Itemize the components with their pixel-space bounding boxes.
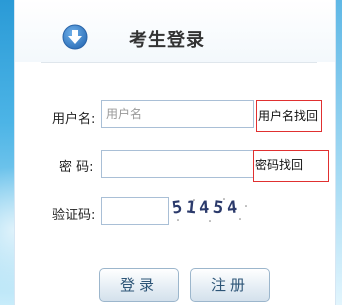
captcha-input[interactable]	[101, 197, 169, 225]
username-recover-link[interactable]: 用户名找回	[256, 100, 322, 132]
download-arrow-icon	[62, 24, 88, 50]
captcha-image[interactable]: 5 1 4 5 4	[171, 196, 252, 224]
header-divider	[41, 62, 317, 63]
panel-header: 考生登录	[15, 0, 335, 62]
password-label: 密 码:	[59, 160, 94, 175]
password-recover-link[interactable]: 密码找回	[253, 150, 329, 182]
register-button[interactable]: 注册	[190, 268, 270, 302]
login-button[interactable]: 登录	[99, 268, 179, 302]
page-title: 考生登录	[129, 30, 205, 51]
username-input[interactable]	[101, 100, 254, 128]
login-panel: 考生登录 用户名: 用户名找回 密 码: 密码找回 验证码: 5 1 4 5 4…	[14, 0, 336, 305]
username-label: 用户名:	[52, 112, 96, 127]
captcha-noise	[177, 198, 247, 222]
captcha-label: 验证码:	[52, 208, 96, 223]
password-input[interactable]	[101, 150, 254, 178]
